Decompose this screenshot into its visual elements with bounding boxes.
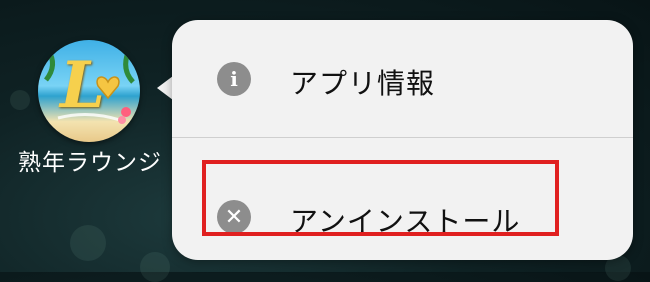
app-icon-letter: L: [60, 48, 105, 123]
menu-pointer: [157, 76, 173, 100]
background-bokeh: [140, 252, 170, 282]
menu-item-label: アプリ情報: [290, 67, 436, 100]
menu-item-app-info[interactable]: i アプリ情報: [172, 20, 633, 138]
background-bokeh: [70, 225, 106, 261]
app-label: 熟年ラウンジ: [18, 150, 162, 176]
info-icon: i: [217, 62, 251, 96]
background-bokeh: [10, 90, 30, 110]
highlight-box: [202, 160, 559, 236]
app-icon[interactable]: L: [38, 40, 140, 142]
